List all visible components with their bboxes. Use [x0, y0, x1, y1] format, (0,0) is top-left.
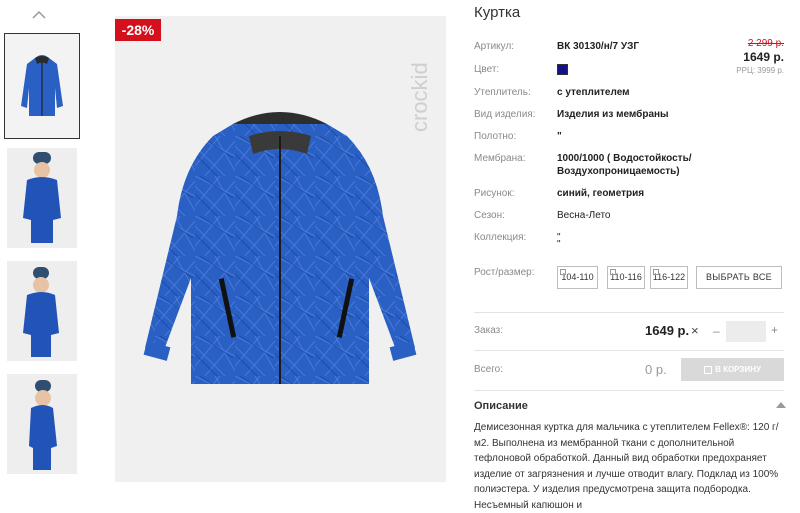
color-swatch[interactable] — [557, 64, 568, 75]
size-option-label: 104-110 — [561, 272, 594, 282]
chevron-up-icon[interactable] — [776, 401, 786, 409]
jacket-thumbnail-image — [5, 34, 79, 138]
spec-value-line2: " — [557, 239, 561, 250]
model-photo-2 — [7, 261, 77, 361]
description-title[interactable]: Описание — [474, 400, 528, 412]
size-option-104-110[interactable]: 104-110 — [557, 266, 598, 289]
product-title: Куртка — [474, 4, 521, 21]
spec-label: Коллекция: — [474, 232, 527, 243]
chevron-up-icon[interactable] — [32, 8, 46, 22]
order-label: Заказ: — [474, 325, 504, 336]
main-product-image[interactable] — [115, 16, 446, 482]
times-icon: × — [691, 323, 699, 338]
thumbnail-model-2[interactable] — [7, 261, 77, 361]
spec-value: Изделия из мембраны — [557, 109, 669, 120]
thumbnail-jacket-front[interactable] — [4, 33, 80, 139]
quantity-input[interactable] — [726, 321, 766, 342]
spec-label: Утеплитель: — [474, 87, 531, 98]
spec-label: Артикул: — [474, 41, 515, 52]
divider — [474, 390, 784, 391]
spec-value: Весна-Лето — [557, 210, 611, 221]
spec-label: Полотно: — [474, 131, 517, 142]
jacket-image — [143, 112, 417, 384]
discount-badge: -28% — [115, 19, 161, 41]
spec-value: 1000/1000 ( Водостойкость/ — [557, 153, 692, 164]
thumbnail-model-3[interactable] — [7, 374, 77, 474]
thumbnail-model-1[interactable] — [7, 148, 77, 248]
add-to-cart-label: В КОРЗИНУ — [715, 365, 761, 374]
description-text: Демисезонная куртка для мальчика с утепл… — [474, 422, 779, 511]
decrement-button[interactable]: – — [713, 324, 720, 338]
model-photo-1 — [7, 148, 77, 248]
order-price: 1649 р. — [645, 323, 690, 338]
size-option-116-122[interactable]: 116-122 — [650, 266, 688, 289]
add-to-cart-button[interactable]: В КОРЗИНУ — [681, 358, 784, 381]
select-all-button[interactable]: ВЫБРАТЬ ВСЕ — [696, 266, 782, 289]
spec-value-line2: Воздухопроницаемость) — [557, 166, 680, 177]
total-label: Всего: — [474, 364, 503, 375]
spec-value: с утеплителем — [557, 87, 630, 98]
size-checkbox-icon — [560, 269, 566, 275]
increment-button[interactable]: + — [771, 323, 778, 337]
size-checkbox-icon — [610, 269, 616, 275]
spec-label: Вид изделия: — [474, 109, 536, 120]
size-option-110-116[interactable]: 110-116 — [607, 266, 645, 289]
spec-label: Сезон: — [474, 210, 505, 221]
thumbnail-gallery — [0, 0, 90, 482]
current-price: 1649 р. — [743, 50, 784, 64]
spec-label: Мембрана: — [474, 153, 526, 164]
spec-label: Цвет: — [474, 64, 500, 75]
divider — [474, 350, 784, 351]
rrc-price: РРЦ: 3999 р. — [736, 66, 784, 75]
cart-icon — [704, 365, 713, 374]
brand-logo-text: crockid — [407, 62, 432, 132]
model-photo-3 — [7, 374, 77, 474]
size-label: Рост/размер: — [474, 267, 535, 278]
total-value: 0 р. — [645, 362, 667, 377]
divider — [474, 312, 784, 313]
spec-value: ВК 30130/н/7 УЗГ — [557, 41, 640, 52]
spec-value: синий, геометрия — [557, 188, 645, 199]
spec-label: Рисунок: — [474, 188, 515, 199]
size-checkbox-icon — [653, 269, 659, 275]
spec-value: " — [557, 131, 562, 142]
old-price: 2 299 р. — [747, 38, 784, 49]
brand-logo: crockid — [407, 62, 432, 132]
